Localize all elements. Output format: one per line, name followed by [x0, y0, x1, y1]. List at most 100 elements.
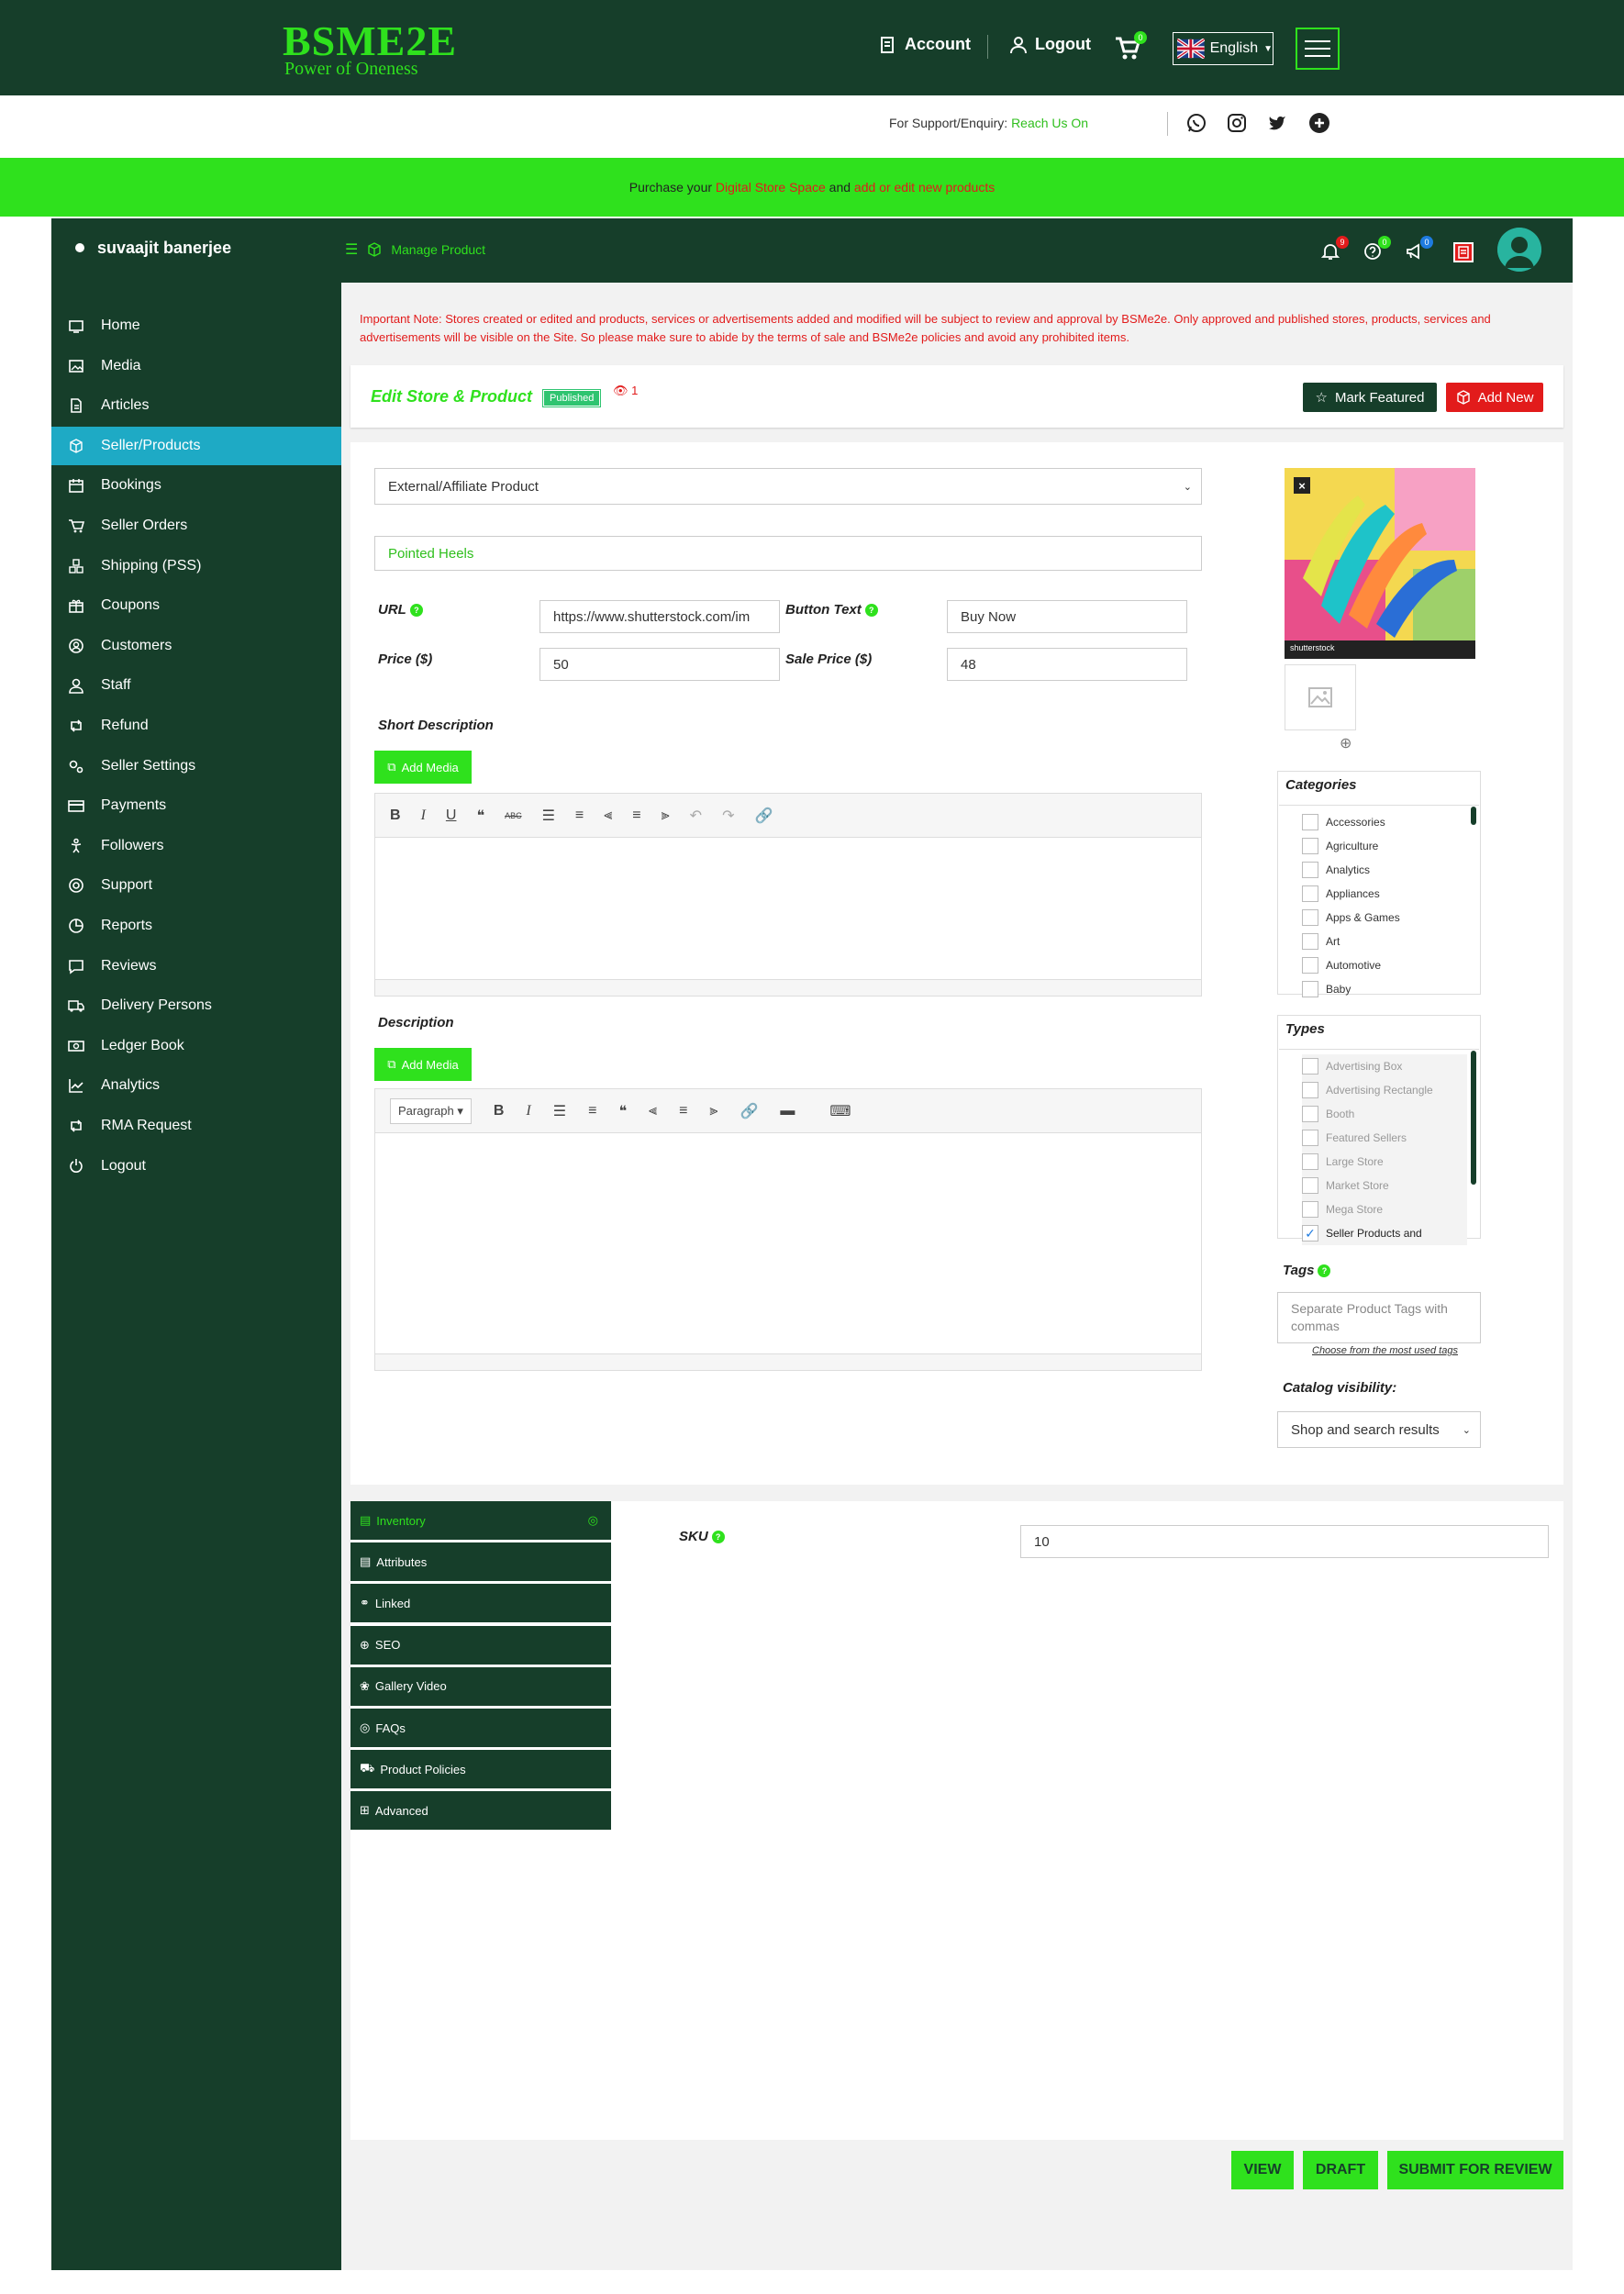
- gallery-placeholder[interactable]: [1285, 664, 1356, 730]
- type-option[interactable]: Large Store: [1302, 1150, 1467, 1174]
- mark-featured-button[interactable]: ☆ Mark Featured: [1303, 383, 1437, 412]
- checkbox[interactable]: [1302, 838, 1318, 854]
- italic-icon[interactable]: I: [421, 807, 426, 824]
- sidebar-item-home[interactable]: Home: [51, 306, 341, 345]
- sidebar-item-analytics[interactable]: Analytics: [51, 1066, 341, 1105]
- bold-icon[interactable]: B: [390, 807, 401, 824]
- sidebar-item-shipping-pss[interactable]: Shipping (PSS): [51, 547, 341, 585]
- sidebar-item-delivery-persons[interactable]: Delivery Persons: [51, 986, 341, 1025]
- align-right-icon[interactable]: ⫸: [709, 1103, 717, 1119]
- align-left-icon[interactable]: ⫷: [649, 1103, 657, 1119]
- breadcrumb-label[interactable]: Manage Product: [391, 242, 485, 257]
- account-link[interactable]: Account: [879, 35, 971, 54]
- twitter-icon[interactable]: [1266, 112, 1288, 134]
- sidebar-item-ledger-book[interactable]: Ledger Book: [51, 1027, 341, 1065]
- draft-button[interactable]: DRAFT: [1303, 2151, 1378, 2189]
- button-text-input[interactable]: Buy Now: [947, 600, 1187, 633]
- sidebar-item-payments[interactable]: Payments: [51, 786, 341, 825]
- category-option[interactable]: Art: [1302, 930, 1400, 953]
- bullet-list-icon[interactable]: ☰: [542, 807, 555, 825]
- remove-image-icon[interactable]: ×: [1294, 477, 1310, 494]
- sidebar-item-followers[interactable]: Followers: [51, 827, 341, 865]
- whatsapp-icon[interactable]: [1185, 112, 1207, 134]
- editor-resize-bar[interactable]: [375, 979, 1201, 996]
- category-option[interactable]: Appliances: [1302, 882, 1400, 906]
- checkbox[interactable]: [1302, 1130, 1318, 1146]
- type-option[interactable]: ✓ Seller Products and: [1302, 1221, 1467, 1245]
- checkbox[interactable]: [1302, 957, 1318, 974]
- numbered-list-icon[interactable]: ≡: [575, 807, 584, 824]
- add-media-button[interactable]: ⧉ Add Media: [374, 751, 472, 784]
- sidebar-item-coupons[interactable]: Coupons: [51, 586, 341, 625]
- checkbox[interactable]: [1302, 1201, 1318, 1218]
- keyboard-icon[interactable]: ⌨: [829, 1102, 851, 1120]
- add-media-button[interactable]: ⧉ Add Media: [374, 1048, 472, 1081]
- add-products-link[interactable]: add or edit new products: [854, 180, 995, 195]
- add-new-button[interactable]: Add New: [1446, 383, 1543, 412]
- sidebar-item-support[interactable]: Support: [51, 866, 341, 905]
- notifications-button[interactable]: 9: [1320, 236, 1349, 262]
- price-input[interactable]: 50: [539, 648, 780, 681]
- profile-avatar[interactable]: [1497, 228, 1541, 272]
- sidebar-item-seller-products[interactable]: Seller/Products: [51, 426, 341, 465]
- checkbox[interactable]: [1302, 885, 1318, 902]
- tab-faqs[interactable]: ◎ FAQs: [350, 1709, 611, 1747]
- sidebar-item-staff[interactable]: Staff: [51, 666, 341, 705]
- sidebar-item-reviews[interactable]: Reviews: [51, 947, 341, 986]
- undo-icon[interactable]: ↶: [690, 807, 702, 825]
- product-type-select[interactable]: External/Affiliate Product ⌄: [374, 468, 1202, 505]
- category-option[interactable]: Accessories: [1302, 810, 1400, 834]
- category-option[interactable]: Analytics: [1302, 858, 1400, 882]
- view-button[interactable]: VIEW: [1231, 2151, 1294, 2189]
- announcements-button[interactable]: 0: [1406, 236, 1433, 262]
- type-option[interactable]: Advertising Rectangle: [1302, 1078, 1467, 1102]
- tab-gallery-video[interactable]: ❀ Gallery Video: [350, 1666, 611, 1706]
- url-input[interactable]: https://www.shutterstock.com/im: [539, 600, 780, 633]
- checkbox[interactable]: [1302, 909, 1318, 926]
- menu-toggle-button[interactable]: [1296, 28, 1340, 70]
- redo-icon[interactable]: ↷: [722, 807, 734, 825]
- instagram-icon[interactable]: [1226, 112, 1248, 134]
- category-option[interactable]: Agriculture: [1302, 834, 1400, 858]
- description-editor[interactable]: Paragraph ▾ B I ☰ ≡ ❝ ⫷ ≡ ⫸ 🔗 ▬ ⌨: [374, 1088, 1202, 1371]
- category-option[interactable]: Automotive: [1302, 953, 1400, 977]
- quote-icon[interactable]: ❝: [476, 807, 484, 825]
- checkbox[interactable]: [1302, 1177, 1318, 1194]
- type-option[interactable]: Market Store: [1302, 1174, 1467, 1197]
- digital-store-link[interactable]: Digital Store Space: [716, 180, 826, 195]
- checkbox[interactable]: [1302, 1082, 1318, 1098]
- cart-button[interactable]: 0: [1114, 31, 1147, 62]
- add-circle-icon[interactable]: [1308, 112, 1330, 134]
- tab-advanced[interactable]: ⊞ Advanced: [350, 1791, 611, 1831]
- horizontal-line-icon[interactable]: ▬: [780, 1103, 795, 1119]
- sidebar-item-customers[interactable]: Customers: [51, 627, 341, 665]
- short-description-editor[interactable]: B I U ❝ ABC ☰ ≡ ⫷ ≡ ⫸ ↶ ↷ 🔗: [374, 793, 1202, 997]
- bullet-list-icon[interactable]: ☰: [553, 1102, 566, 1120]
- product-image[interactable]: × shutterstock: [1285, 468, 1475, 659]
- checkbox[interactable]: [1302, 862, 1318, 878]
- help-icon[interactable]: ?: [1318, 1264, 1331, 1278]
- type-option[interactable]: Advertising Box: [1302, 1054, 1467, 1078]
- tab-attributes[interactable]: ▤ Attributes: [350, 1542, 611, 1582]
- quote-icon[interactable]: ❝: [618, 1102, 627, 1120]
- help-icon[interactable]: ?: [711, 1531, 725, 1544]
- sku-input[interactable]: 10: [1020, 1525, 1549, 1558]
- italic-icon[interactable]: I: [526, 1103, 530, 1119]
- reach-us-link[interactable]: Reach Us On: [1011, 116, 1088, 130]
- help-icon[interactable]: ?: [864, 604, 878, 618]
- tab-linked[interactable]: ⚭ Linked: [350, 1584, 611, 1623]
- sale-price-input[interactable]: 48: [947, 648, 1187, 681]
- numbered-list-icon[interactable]: ≡: [588, 1103, 596, 1119]
- tab-product-policies[interactable]: ⛟ Product Policies: [350, 1750, 611, 1789]
- link-icon[interactable]: 🔗: [754, 807, 773, 825]
- scrollbar[interactable]: [1471, 807, 1476, 825]
- type-option[interactable]: Featured Sellers: [1302, 1126, 1467, 1150]
- editor-resize-bar[interactable]: [375, 1353, 1201, 1370]
- underline-icon[interactable]: U: [446, 807, 457, 824]
- bars-icon[interactable]: ☰: [345, 240, 358, 259]
- catalog-visibility-select[interactable]: Shop and search results ⌄: [1277, 1411, 1481, 1448]
- checkbox[interactable]: ✓: [1302, 1225, 1318, 1242]
- help-button[interactable]: 0: [1363, 236, 1391, 262]
- sidebar-item-reports[interactable]: Reports: [51, 907, 341, 945]
- checkbox[interactable]: [1302, 933, 1318, 950]
